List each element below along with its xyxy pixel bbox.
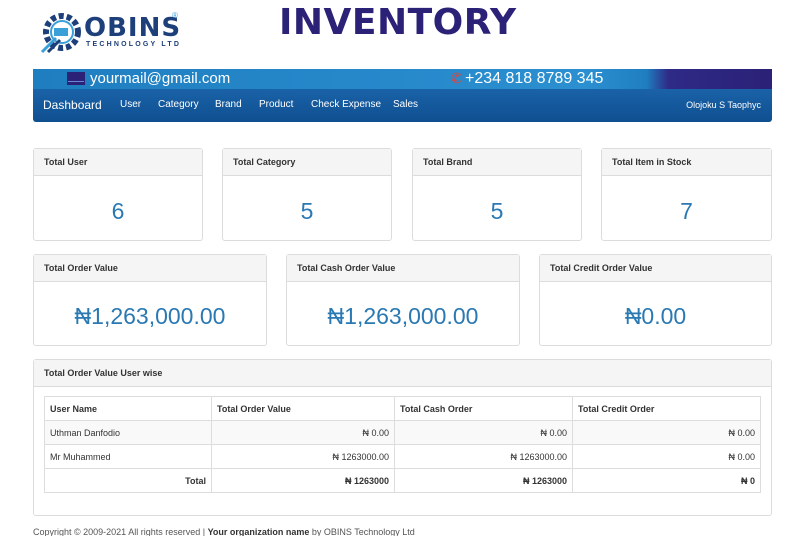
column-header: Total Cash Order — [394, 396, 573, 421]
stat-panel-total-user: Total User 6 — [33, 148, 203, 241]
app-title: INVENTORY — [279, 2, 517, 43]
stat-value: 5 — [490, 198, 504, 224]
footer-organization: Your organization name — [207, 527, 310, 536]
cell-total-cash-order: ₦ 1263000 — [394, 468, 573, 493]
stat-panel-total-cash-order: Total Cash Order Value ₦1,263,000.00 — [286, 254, 520, 346]
logo-registered-mark: ® — [172, 11, 178, 20]
cell-credit-order: ₦ 0.00 — [572, 444, 761, 469]
stat-panel-total-brand: Total Brand 5 — [412, 148, 582, 241]
logo-gear-icon — [40, 13, 81, 54]
stat-value: 7 — [680, 198, 693, 224]
nav-item-check-expense[interactable]: Check Expense — [311, 99, 381, 110]
stat-panel-total-stock: Total Item in Stock 7 — [601, 148, 772, 241]
logged-in-user[interactable]: Olojoku S Taophyc — [686, 100, 761, 110]
cell-total-label: Total — [44, 468, 212, 493]
stat-label: Total Category — [223, 149, 391, 176]
stat-label: Total User — [34, 149, 202, 176]
nav-dashboard[interactable]: Dashboard — [43, 98, 102, 112]
footer-copyright: Copyright © 2009-2021 All rights reserve… — [33, 527, 208, 536]
company-logo: OBINS ® TECHNOLOGY LTD — [40, 10, 190, 54]
contact-bar: yourmail@gmail.com ✆ +234 818 8789 345 — [33, 69, 772, 89]
stat-label: Total Item in Stock — [602, 149, 771, 176]
stat-value: ₦0.00 — [624, 303, 687, 329]
cell-order-value: ₦ 1263000.00 — [211, 444, 395, 469]
table-row: Mr Muhammed ₦ 1263000.00 ₦ 1263000.00 ₦ … — [44, 444, 761, 469]
cell-total-credit-order: ₦ 0 — [572, 468, 761, 493]
stat-label: Total Cash Order Value — [287, 255, 519, 282]
contact-phone: +234 818 8789 345 — [465, 70, 604, 87]
logo-subtitle: TECHNOLOGY LTD — [86, 41, 182, 48]
nav-item-product[interactable]: Product — [259, 99, 293, 110]
nav-item-user[interactable]: User — [120, 99, 141, 110]
cell-cash-order: ₦ 1263000.00 — [394, 444, 573, 469]
stat-value: ₦1,263,000.00 — [74, 303, 226, 329]
footer-credit: by OBINS Technology Ltd — [309, 527, 415, 536]
phone-icon: ✆ — [451, 70, 463, 86]
column-header: User Name — [44, 396, 212, 421]
nav-item-sales[interactable]: Sales — [393, 99, 418, 110]
cell-total-order-value: ₦ 1263000 — [211, 468, 395, 493]
nav-item-brand[interactable]: Brand — [215, 99, 242, 110]
stat-label: Total Credit Order Value — [540, 255, 771, 282]
nav-item-category[interactable]: Category — [158, 99, 199, 110]
table-row: Uthman Danfodio ₦ 0.00 ₦ 0.00 ₦ 0.00 — [44, 420, 761, 445]
table-total-row: Total ₦ 1263000 ₦ 1263000 ₦ 0 — [44, 468, 761, 493]
contact-email: yourmail@gmail.com — [90, 70, 231, 87]
main-navbar: Dashboard User Category Brand Product Ch… — [33, 89, 772, 122]
footer: Copyright © 2009-2021 All rights reserve… — [33, 527, 415, 536]
table-header-row: User Name Total Order Value Total Cash O… — [44, 396, 761, 421]
logo-text: OBINS — [84, 13, 182, 43]
stat-value: ₦1,263,000.00 — [327, 303, 479, 329]
cell-user-name: Mr Muhammed — [44, 444, 212, 469]
stat-panel-total-credit-order: Total Credit Order Value ₦0.00 — [539, 254, 772, 346]
column-header: Total Credit Order — [572, 396, 761, 421]
column-header: Total Order Value — [211, 396, 395, 421]
stat-panel-total-order-value: Total Order Value ₦1,263,000.00 — [33, 254, 267, 346]
cell-credit-order: ₦ 0.00 — [572, 420, 761, 445]
stat-value: 5 — [300, 198, 314, 224]
stat-panel-total-category: Total Category 5 — [222, 148, 392, 241]
stat-label: Total Order Value — [34, 255, 266, 282]
userwise-table: User Name Total Order Value Total Cash O… — [44, 396, 761, 493]
stat-value: 6 — [111, 198, 125, 224]
userwise-title: Total Order Value User wise — [34, 360, 771, 387]
stat-label: Total Brand — [413, 149, 581, 176]
cell-order-value: ₦ 0.00 — [211, 420, 395, 445]
envelope-icon — [67, 72, 85, 85]
cell-user-name: Uthman Danfodio — [44, 420, 212, 445]
cell-cash-order: ₦ 0.00 — [394, 420, 573, 445]
